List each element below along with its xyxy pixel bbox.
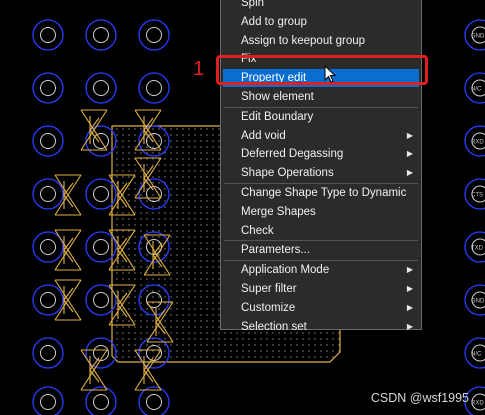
pad[interactable]: CTS xyxy=(464,178,485,210)
pad[interactable] xyxy=(138,72,170,104)
svg-text:GND: GND xyxy=(471,299,485,305)
component-symbol[interactable] xyxy=(54,279,82,321)
menu-item-edit-boundary[interactable]: Edit Boundary xyxy=(223,108,419,126)
pad[interactable] xyxy=(32,178,64,210)
menu-item-add-to-group[interactable]: Add to group xyxy=(223,13,419,31)
menu-item-label: Shape Operations xyxy=(241,167,334,180)
pad[interactable] xyxy=(32,386,64,415)
menu-item-label: Edit Boundary xyxy=(241,110,314,123)
pad[interactable] xyxy=(85,72,117,104)
menu-item-selection-set[interactable]: Selection set ▶ xyxy=(223,318,419,336)
menu-item-change-shape-type-to-dynamic[interactable]: Change Shape Type to Dynamic xyxy=(223,184,419,202)
menu-item-label: Show element xyxy=(241,91,314,103)
pad[interactable]: TXD xyxy=(464,231,485,263)
submenu-arrow-icon: ▶ xyxy=(406,284,413,293)
menu-item-application-mode[interactable]: Application Mode ▶ xyxy=(223,261,419,279)
menu-item-label: Deferred Degassing xyxy=(241,148,344,161)
menu-item-label: Application Mode xyxy=(241,264,330,277)
menu-item-label: Add void xyxy=(241,129,286,142)
menu-item-deferred-degassing[interactable]: Deferred Degassing ▶ xyxy=(223,145,419,163)
svg-text:N/C: N/C xyxy=(471,352,482,358)
highlight-box xyxy=(216,55,428,85)
menu-item-label: Assign to keepout group xyxy=(241,34,366,47)
menu-item-label: Merge Shapes xyxy=(241,205,316,218)
svg-text:N/C: N/C xyxy=(471,87,482,93)
step-number: 1 xyxy=(193,58,205,80)
pad[interactable] xyxy=(32,72,64,104)
pad[interactable]: N/C xyxy=(464,72,485,104)
component-symbol[interactable] xyxy=(54,229,82,271)
pad[interactable] xyxy=(32,125,64,157)
svg-text:RXD: RXD xyxy=(471,401,484,407)
submenu-arrow-icon: ▶ xyxy=(406,321,413,331)
pad[interactable] xyxy=(32,19,64,51)
menu-item-label: Spin xyxy=(241,0,265,9)
svg-text:CTS: CTS xyxy=(471,193,483,199)
submenu-arrow-icon: ▶ xyxy=(406,302,413,312)
component-symbol[interactable] xyxy=(54,174,82,216)
menu-item-parameters[interactable]: Parameters... xyxy=(223,241,419,259)
pad[interactable] xyxy=(138,386,170,415)
pad[interactable]: RXD xyxy=(464,125,485,157)
svg-text:TXD: TXD xyxy=(471,246,484,252)
pad[interactable] xyxy=(32,337,64,369)
menu-item-check[interactable]: Check xyxy=(223,222,419,240)
submenu-arrow-icon: ▶ xyxy=(406,149,413,159)
menu-item-label: Customize xyxy=(241,301,296,314)
menu-item-label: Add to group xyxy=(241,15,307,28)
menu-item-assign-to-keepout-group[interactable]: Assign to keepout group xyxy=(223,32,419,50)
svg-text:GND: GND xyxy=(471,34,485,40)
pad[interactable]: N/C xyxy=(464,337,485,369)
pad[interactable] xyxy=(85,386,117,415)
menu-item-customize[interactable]: Customize ▶ xyxy=(223,299,419,317)
menu-item-label: Parameters... xyxy=(241,244,311,257)
submenu-arrow-icon: ▶ xyxy=(406,265,413,275)
menu-item-super-filter[interactable]: Super filter ▶ xyxy=(223,280,419,298)
pad[interactable]: GND xyxy=(464,19,485,51)
menu-item-shape-operations[interactable]: Shape Operations ▶ xyxy=(223,164,419,182)
svg-text:RXD: RXD xyxy=(471,140,484,146)
pad[interactable] xyxy=(138,19,170,51)
menu-item-label: Check xyxy=(241,224,274,237)
mouse-cursor-icon xyxy=(324,65,337,83)
menu-item-label: Change Shape Type to Dynamic xyxy=(241,187,407,199)
menu-item-label: Super filter xyxy=(241,283,297,295)
pad[interactable] xyxy=(85,19,117,51)
menu-item-show-element[interactable]: Show element xyxy=(223,88,419,106)
menu-item-label: Selection set xyxy=(241,320,307,333)
menu-item-merge-shapes[interactable]: Merge Shapes xyxy=(223,203,419,221)
watermark: CSDN @wsf1995 xyxy=(370,391,469,405)
submenu-arrow-icon: ▶ xyxy=(406,130,413,140)
pad[interactable] xyxy=(32,284,64,316)
menu-item-add-void[interactable]: Add void ▶ xyxy=(223,127,419,145)
menu-item-spin[interactable]: Spin xyxy=(223,0,419,12)
pad[interactable] xyxy=(32,231,64,263)
context-menu: Spin Add to group Assign to keepout group F… xyxy=(220,0,422,333)
submenu-arrow-icon: ▶ xyxy=(406,168,413,178)
pad[interactable]: GND xyxy=(464,284,485,316)
